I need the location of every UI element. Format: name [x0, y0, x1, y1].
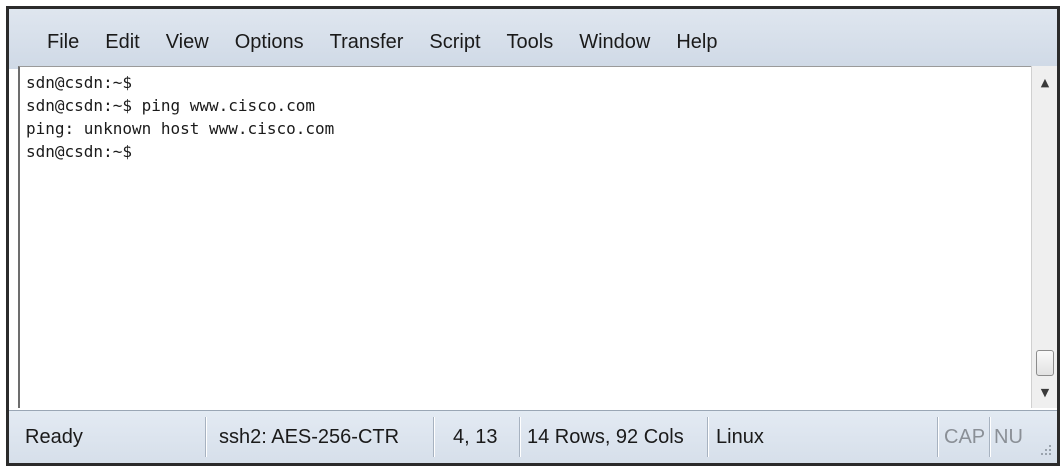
menu-options[interactable]: Options: [235, 31, 304, 54]
scrollbar-thumb[interactable]: [1036, 350, 1054, 376]
status-cursor-position: 4, 13: [453, 426, 498, 448]
terminal-line: sdn@csdn:~$: [26, 142, 132, 161]
status-divider: [937, 417, 938, 457]
scroll-up-arrow-icon[interactable]: ▲: [1032, 72, 1058, 92]
status-ready: Ready: [25, 426, 83, 448]
menu-bar: File Edit View Options Transfer Script T…: [9, 9, 1057, 69]
terminal-line: sdn@csdn:~$: [26, 73, 132, 92]
scroll-down-arrow-icon[interactable]: ▼: [1032, 382, 1058, 402]
status-num-lock: NU: [994, 426, 1023, 448]
menu-view[interactable]: View: [166, 31, 209, 54]
status-bar: Ready ssh2: AES-256-CTR 4, 13 14 Rows, 9…: [9, 410, 1057, 463]
menu-script[interactable]: Script: [429, 31, 480, 54]
menu-help[interactable]: Help: [676, 31, 717, 54]
menu-tools[interactable]: Tools: [507, 31, 554, 54]
menu-transfer[interactable]: Transfer: [330, 31, 404, 54]
status-caps-lock: CAP: [944, 426, 986, 448]
menu-file[interactable]: File: [47, 31, 79, 54]
menu-edit[interactable]: Edit: [105, 31, 139, 54]
vertical-scrollbar[interactable]: ▲ ▼: [1031, 66, 1057, 408]
terminal-line: ping: unknown host www.cisco.com: [26, 119, 335, 138]
status-terminal-type: Linux: [716, 426, 764, 448]
status-divider: [519, 417, 520, 457]
status-divider: [989, 417, 990, 457]
terminal-output[interactable]: sdn@csdn:~$ sdn@csdn:~$ ping www.cisco.co…: [26, 71, 1031, 408]
status-divider: [707, 417, 708, 457]
terminal-line: sdn@csdn:~$ ping www.cisco.com: [26, 96, 315, 115]
terminal-window: File Edit View Options Transfer Script T…: [0, 0, 1063, 468]
status-dimensions: 14 Rows, 92 Cols: [527, 426, 684, 448]
status-protocol: ssh2: AES-256-CTR: [219, 426, 400, 448]
terminal-area[interactable]: sdn@csdn:~$ sdn@csdn:~$ ping www.cisco.co…: [18, 66, 1031, 408]
menu-window[interactable]: Window: [579, 31, 650, 54]
status-divider: [433, 417, 434, 457]
resize-grip-icon[interactable]: [1039, 443, 1053, 457]
status-divider: [205, 417, 206, 457]
window-frame-left: [6, 6, 9, 466]
